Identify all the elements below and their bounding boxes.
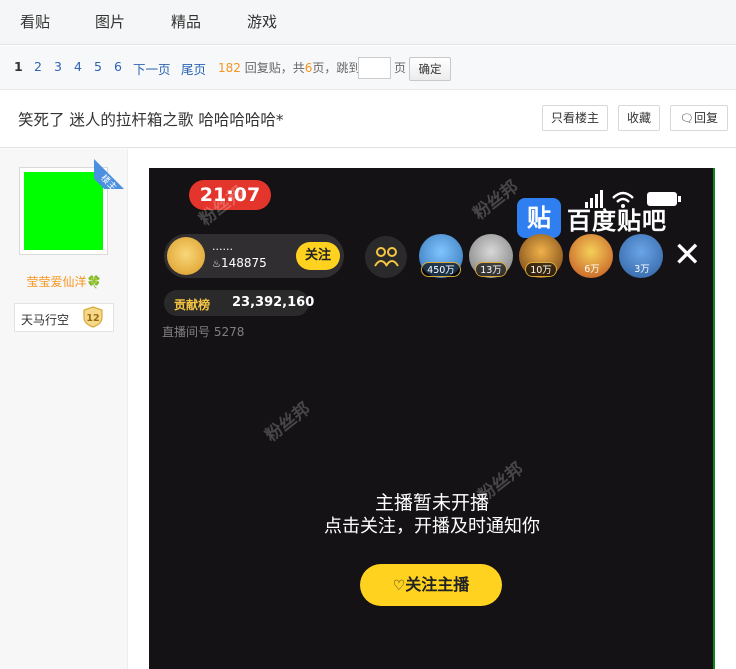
contribution-board: 贡献榜 23,392,160 [164,290,314,316]
room-number: 直播间号 5278 [162,325,245,339]
watermark: 粉丝邦 [469,176,523,225]
heart-plus-icon: ♡ [392,578,406,594]
fan-count: 3万 [634,264,650,275]
page-link-6[interactable]: 6 [114,59,122,74]
host-heat-count: 148875 [220,256,267,270]
fan-count: 6万 [584,264,600,275]
badge-text: 天马行空 [21,313,70,327]
fan-count: 13万 [475,262,507,277]
level-shield-icon: 12 [83,306,103,328]
reply-count: 182 [218,61,241,75]
tieba-brand-text: 百度贴吧 [567,207,667,235]
host-heat: ♨148875 [212,256,267,270]
last-page-link[interactable]: 尾页 [181,59,206,78]
host-info: ...... ♨148875 关注 [164,234,344,278]
level-number: 12 [86,313,99,324]
reply-suffix: 回复贴，共 [244,61,305,75]
top-nav: 看贴 图片 精品 游戏 [0,0,736,45]
jump-confirm-button[interactable]: 确定 [409,57,451,81]
offline-subtext: 点击关注，开播及时通知你 [324,516,540,537]
fan-count: 10万 [525,262,557,277]
reply-button[interactable]: 🗨回复 [670,105,728,131]
clover-icon: 🍀 [86,275,102,289]
flame-icon: ♨ [212,259,221,270]
follow-host-button: ♡关注主播 [360,564,502,606]
avatar-image [24,172,103,250]
page-current: 1 [14,59,23,74]
tab-images[interactable]: 图片 [95,0,125,45]
jump-page-input[interactable] [358,57,391,79]
jump-unit: 页 [394,61,407,75]
favorite-button[interactable]: 收藏 [618,105,660,131]
op-ribbon-label: 楼主 [94,157,134,189]
thread-title-bar: 笑死了 迷人的拉杆箱之歌 哈哈哈哈哈* 只看楼主 收藏 🗨回复 [0,91,736,148]
only-op-button[interactable]: 只看楼主 [542,105,608,131]
member-badge[interactable]: 天马行空 12 [14,303,114,332]
fan-count: 450万 [421,262,461,277]
close-icon: ✕ [673,235,702,275]
thread-title: 笑死了 迷人的拉杆箱之歌 哈哈哈哈哈* [18,111,284,129]
page-suffix: 页，跳到 [312,61,361,75]
viewers-icon [365,236,407,278]
op-ribbon: 楼主 [94,149,134,189]
wifi-icon [612,191,634,199]
page-link-2[interactable]: 2 [34,59,42,74]
follow-host-label: 关注主播 [405,575,470,594]
page-link-4[interactable]: 4 [74,59,82,74]
reply-button-label: 回复 [693,111,718,125]
page-link-5[interactable]: 5 [94,59,102,74]
host-avatar [167,237,205,275]
page-link-3[interactable]: 3 [54,59,62,74]
reply-info: 182 回复贴，共6页，跳到 [218,59,360,76]
offline-message: 主播暂未开播 [374,492,489,514]
username[interactable]: 莹莹爱仙洋🍀 [0,273,128,290]
contribution-label: 贡献榜 [174,298,211,312]
post-image[interactable]: 21:07 粉丝邦 粉丝邦 粉丝邦 粉丝邦 贴 百度贴吧 ...... ♨148… [149,168,715,669]
follow-button: 关注 [296,242,340,270]
contribution-value: 23,392,160 [232,295,315,310]
tab-featured[interactable]: 精品 [171,0,201,45]
tab-games[interactable]: 游戏 [247,0,277,45]
reply-icon: 🗨 [680,112,694,125]
author-sidebar: 莹莹爱仙洋🍀 天马行空 12 [0,149,128,669]
tieba-logo-icon: 贴 [517,198,561,238]
pager: 1 2 3 4 5 6 下一页 尾页 182 回复贴，共6页，跳到 页 确定 [0,46,736,90]
watermark: 粉丝邦 [261,398,315,447]
next-page-link[interactable]: 下一页 [133,59,171,78]
host-name: ...... [212,240,233,253]
tab-posts[interactable]: 看贴 [20,0,50,45]
username-text: 莹莹爱仙洋 [26,275,87,289]
